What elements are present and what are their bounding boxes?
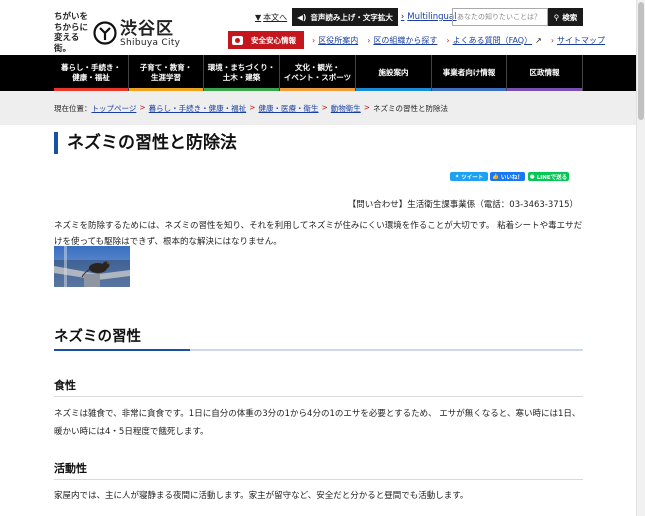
subsection-rule	[54, 396, 583, 397]
link-faq[interactable]: › よくある質問（FAQ） ↗	[446, 35, 541, 46]
safety-info-button[interactable]: 安全安心情報	[228, 31, 304, 49]
scrollbar-thumb[interactable]	[638, 2, 644, 120]
line-icon: ●	[529, 173, 535, 180]
nav-item-label: 環境・まちづくり・ 土木・建築	[207, 62, 276, 83]
chevron-right-icon: >	[249, 103, 256, 112]
breadcrumb-link[interactable]: 動物衛生	[331, 103, 361, 114]
logo-name-roman: Shibuya City	[120, 37, 181, 48]
link-label: 区役所案内	[318, 35, 359, 45]
search-input[interactable]: あなたの知りたいことは？	[452, 8, 548, 26]
breadcrumb: 現在位置： トップページ > 暮らし・手続き・健康・福祉 > 健康・医療・衛生 …	[54, 103, 448, 114]
nav-item-business[interactable]: 事業者向け情報	[432, 55, 507, 91]
search-placeholder: あなたの知りたいことは？	[457, 13, 541, 21]
safety-info-label: 安全安心情報	[251, 35, 296, 45]
thumbs-up-icon: 👍	[492, 173, 499, 180]
nav-item-label: 施設案内	[378, 67, 409, 77]
voice-reader-label: 音声読み上げ・文字拡大	[310, 12, 393, 22]
twitter-icon: ✦	[454, 173, 460, 180]
nav-item-label: 子育て・教育・ 生涯学習	[139, 62, 193, 83]
nav-item-label: 事業者向け情報	[442, 67, 496, 77]
nav-item-environment[interactable]: 環境・まちづくり・ 土木・建築	[204, 55, 280, 91]
skip-to-content-label: 本文へ	[263, 12, 288, 22]
logo-name: 渋谷区	[120, 18, 174, 39]
link-sitemap[interactable]: › サイトマップ	[551, 35, 605, 46]
nav-item-childcare[interactable]: 子育て・教育・ 生涯学習	[129, 55, 204, 91]
inquiry-contact: 【問い合わせ】生活衛生課事業係（電話：03-3463-3715）	[347, 200, 578, 210]
like-label: いいね！	[500, 174, 523, 181]
chevron-right-icon: >	[363, 103, 371, 112]
subsection-heading: 食性	[54, 379, 76, 392]
nav-item-label: 区政情報	[529, 67, 560, 77]
breadcrumb-link[interactable]: 暮らし・手続き・健康・福祉	[149, 103, 247, 114]
section-heading-rule-accent	[54, 349, 190, 351]
logo-tagline-line: 変える街。	[54, 33, 80, 54]
multilingual-link[interactable]: › Multilingual	[401, 12, 457, 22]
link-organization[interactable]: › 区の組織から探す	[367, 35, 437, 46]
nav-item-government[interactable]: 区政情報	[507, 55, 583, 91]
camera-icon	[232, 35, 243, 45]
nav-item-facilities[interactable]: 施設案内	[356, 55, 432, 91]
search-button[interactable]: ⚲ 検索	[548, 8, 583, 26]
arrow-down-icon: ▼	[255, 12, 262, 22]
breadcrumb-link[interactable]: トップページ	[92, 103, 137, 114]
nav-item-culture[interactable]: 文化・観光・ イベント・スポーツ	[280, 55, 356, 91]
chevron-right-icon: ›	[446, 35, 450, 45]
link-city-office[interactable]: › 区役所案内	[312, 35, 358, 46]
rat-photo	[54, 246, 130, 287]
chevron-right-icon: ›	[367, 35, 371, 45]
facebook-like-button[interactable]: 👍 いいね！	[490, 172, 525, 181]
chevron-right-icon: ›	[400, 12, 405, 22]
line-share-button[interactable]: ● LINEで送る	[528, 172, 569, 181]
breadcrumb-current: ネズミの習性と防除法	[373, 104, 449, 113]
voice-reader-button[interactable]: ◀) 音声読み上げ・文字拡大	[292, 8, 398, 26]
page: ちがいを ちからに 変える街。 渋谷区 Shibuya City ▼ 本文へ ◀…	[0, 0, 636, 516]
subsection-text: 家屋内では、主に人が寝静まる夜間に活動します。家主が留守など、安全だと分かると昼…	[54, 491, 469, 501]
search-button-label: 検索	[562, 12, 578, 22]
link-label: 区の組織から探す	[373, 35, 438, 45]
breadcrumb-prefix: 現在位置：	[54, 104, 92, 113]
secondary-links: 安全安心情報 › 区役所案内 › 区の組織から探す › よくある質問（FAQ） …	[228, 31, 614, 49]
skip-to-content-link[interactable]: ▼ 本文へ	[255, 12, 287, 23]
section-heading-rule	[54, 349, 583, 351]
speaker-icon: ◀)	[297, 12, 307, 22]
chevron-right-icon: ›	[312, 35, 316, 45]
vertical-scrollbar[interactable]	[636, 0, 645, 516]
logo-tagline: ちがいを ちからに 変える街。	[54, 12, 90, 54]
breadcrumb-area: 現在位置： トップページ > 暮らし・手続き・健康・福祉 > 健康・医療・衛生 …	[0, 91, 636, 125]
tweet-button[interactable]: ✦ ツイート	[450, 172, 488, 181]
multilingual-label: Multilingual	[407, 12, 457, 22]
tweet-label: ツイート	[461, 174, 484, 181]
shibuya-emblem-icon	[93, 21, 117, 45]
external-link-icon: ↗	[535, 35, 542, 45]
subsection-text: ネズミは雑食で、非常に貪食です。1日に自分の体重の3分の1から4分の1のエサを必…	[54, 409, 581, 437]
utility-bar: ▼ 本文へ ◀) 音声読み上げ・文字拡大 › Multilingual	[255, 8, 457, 26]
search-icon: ⚲	[553, 12, 560, 22]
breadcrumb-link[interactable]: 健康・医療・衛生	[258, 103, 318, 114]
link-label: よくある質問（FAQ）	[452, 35, 533, 45]
subsection-heading: 活動性	[54, 462, 87, 475]
global-nav: 暮らし・手続き・ 健康・福祉 子育て・教育・ 生涯学習 環境・まちづくり・ 土木・建築…	[0, 55, 636, 91]
chevron-right-icon: ›	[550, 35, 555, 45]
nav-item-living[interactable]: 暮らし・手続き・ 健康・福祉	[54, 55, 129, 91]
nav-item-label: 文化・観光・ イベント・スポーツ	[283, 62, 352, 83]
line-label: LINEで送る	[536, 174, 568, 181]
logo-tagline-line: ちからに	[54, 22, 89, 33]
section-heading: ネズミの習性	[54, 329, 141, 345]
logo-name-block: 渋谷区 Shibuya City	[120, 19, 180, 48]
logo-tagline-line: ちがいを	[54, 12, 89, 22]
lead-paragraph: ネズミを防除するためには、ネズミの習性を知り、それを利用してネズミが住みにくい環…	[54, 221, 583, 247]
chevron-right-icon: >	[321, 103, 328, 112]
site-logo[interactable]: ちがいを ちからに 変える街。 渋谷区 Shibuya City	[54, 12, 180, 54]
link-label: サイトマップ	[557, 35, 606, 45]
subsection-rule	[54, 479, 583, 480]
page-title: ネズミの習性と防除法	[54, 132, 237, 154]
nav-item-label: 暮らし・手続き・ 健康・福祉	[61, 62, 121, 83]
chevron-right-icon: >	[139, 103, 146, 112]
